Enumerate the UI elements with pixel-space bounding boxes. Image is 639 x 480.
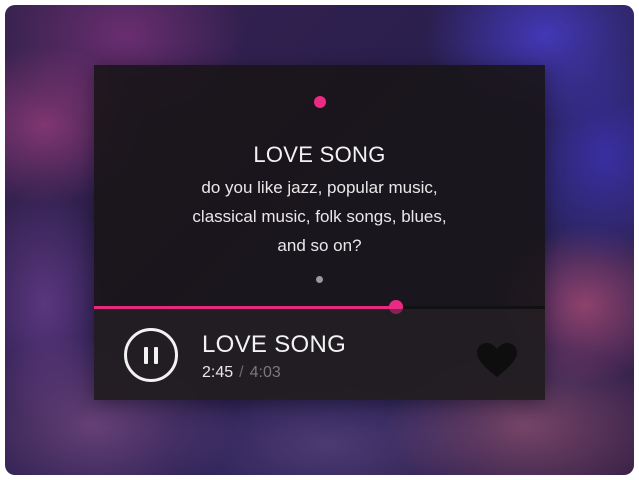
lyric-line: do you like jazz, popular music, xyxy=(201,178,438,197)
time-separator: / xyxy=(239,364,244,381)
lyric-line: and so on? xyxy=(277,236,362,255)
lyric-title: LOVE SONG xyxy=(253,142,386,167)
elapsed-time: 2:45 xyxy=(202,364,234,381)
music-player-card: LOVE SONG do you like jazz, popular musi… xyxy=(94,65,545,400)
page-indicator-dot[interactable] xyxy=(316,276,323,283)
track-time: 2:45 / 4:03 xyxy=(202,364,281,382)
total-time: 4:03 xyxy=(249,364,281,381)
lyric-line: classical music, folk songs, blues, xyxy=(192,207,447,226)
blurred-background: LOVE SONG do you like jazz, popular musi… xyxy=(5,5,634,475)
heart-icon[interactable] xyxy=(477,343,517,379)
pause-icon xyxy=(141,346,161,364)
track-title: LOVE SONG xyxy=(202,331,347,358)
lyric-text: do you like jazz, popular music, classic… xyxy=(94,173,545,260)
pause-button[interactable] xyxy=(124,328,178,382)
now-playing-bar: LOVE SONG 2:45 / 4:03 xyxy=(94,309,545,400)
indicator-dot xyxy=(314,96,326,108)
